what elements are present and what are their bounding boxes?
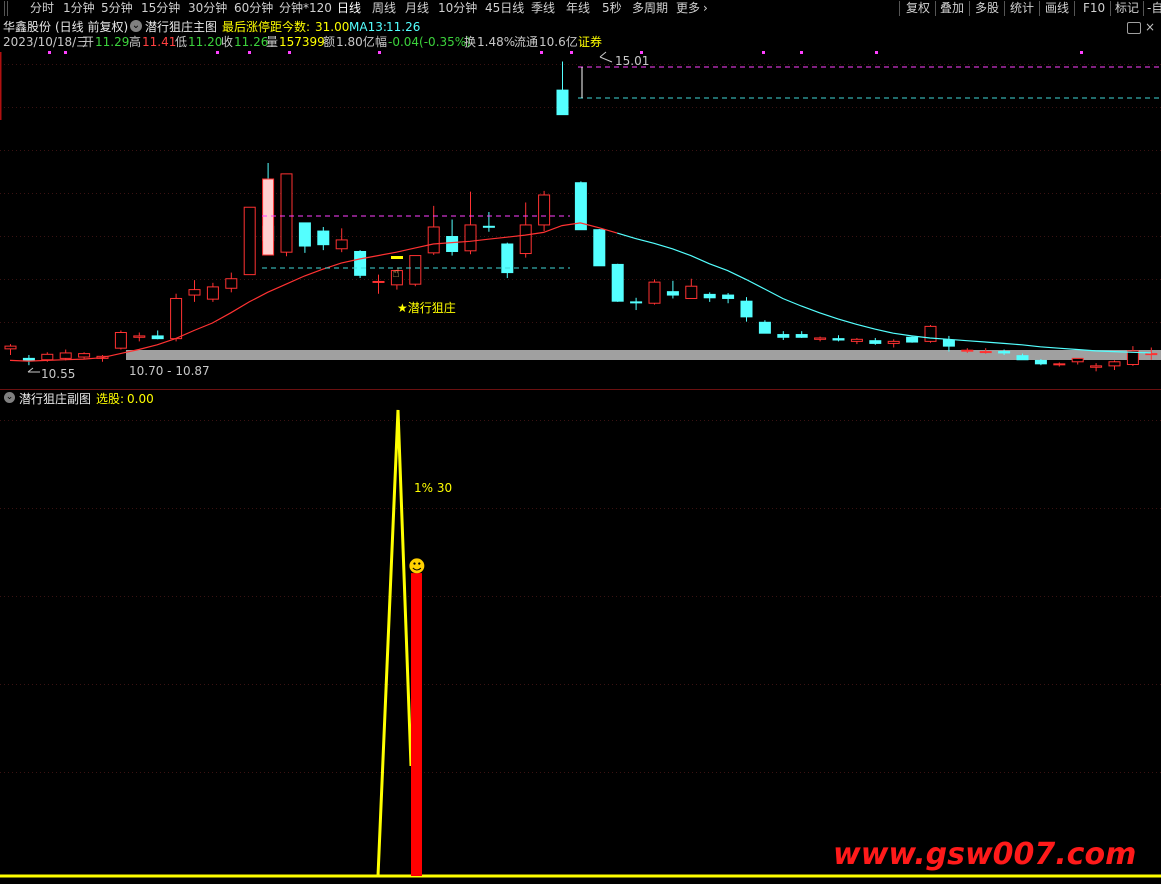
candle-body-down — [151, 335, 164, 340]
candle-body-up — [850, 338, 863, 342]
candle-body-down — [998, 351, 1011, 354]
sub-formula-name[interactable]: 潜行狙庄副图 — [19, 392, 91, 406]
band-range-label: 10.70 - 10.87 — [129, 364, 210, 378]
candle-body-up — [59, 352, 72, 359]
candle-body-up — [335, 239, 348, 250]
signal-dot — [216, 51, 219, 54]
candle-body-down — [869, 340, 882, 344]
candle-body-down — [740, 300, 753, 318]
candle-body-down — [22, 357, 35, 361]
candle-body-up — [1053, 363, 1066, 366]
signal-dot — [800, 51, 803, 54]
signal-dot — [875, 51, 878, 54]
candle-body-down — [758, 321, 771, 334]
candle-body-down — [722, 294, 735, 299]
candle-body-up — [519, 224, 532, 255]
candle-body-up — [1090, 365, 1103, 368]
chart-window: { "toolbar": { "items": ["分时","1分钟","5分钟… — [0, 0, 1161, 884]
candle-body-up — [685, 285, 698, 299]
candle-body-up — [114, 332, 127, 349]
candle-body-down — [906, 336, 919, 343]
chevron-down-icon[interactable]: ⌄ — [4, 392, 15, 403]
high-arrow-icon — [599, 51, 613, 63]
candle-body-down — [317, 230, 330, 246]
hand-pointer-icon: ☝ — [392, 266, 400, 281]
candle-body-down — [777, 334, 790, 338]
candle-body-up — [1145, 353, 1158, 356]
candle-body-up — [814, 337, 827, 340]
candle-body-up — [538, 194, 551, 226]
signal-dot — [762, 51, 765, 54]
candle-body-up — [78, 353, 91, 358]
candle-body-up — [464, 224, 477, 252]
candle-body-down — [703, 293, 716, 299]
candle-body-up — [648, 281, 661, 304]
candle-body-down — [482, 225, 495, 228]
signal-dot — [48, 51, 51, 54]
smiley-icon: ☻ — [408, 557, 426, 577]
signal-marker — [391, 256, 403, 259]
signal-dot — [378, 51, 381, 54]
candle-body-down — [942, 339, 955, 347]
candle-body-up — [979, 351, 992, 354]
candle-body-up — [243, 206, 256, 276]
select-label: 选股: — [96, 392, 125, 406]
candle-body-down — [795, 334, 808, 338]
candle-body-up — [409, 255, 422, 285]
signal-bar — [411, 573, 422, 876]
chart-canvas: ☝ — [0, 51, 1161, 878]
candle-body-up — [961, 349, 974, 352]
candle-body-down — [593, 229, 606, 267]
candle-body-up — [1108, 361, 1121, 367]
signal-dot — [64, 51, 67, 54]
candle-body-up — [188, 289, 201, 296]
candle-body-down — [446, 236, 459, 252]
high-marker-label: 15.01 — [615, 54, 650, 68]
select-value: 0.00 — [127, 392, 154, 406]
candle-body-up — [887, 340, 900, 344]
signal-dot — [570, 51, 573, 54]
candle-body-down — [630, 301, 643, 304]
signal-dot — [1080, 51, 1083, 54]
candle-body-up — [133, 335, 146, 338]
candle-body-down — [666, 291, 679, 296]
candle-body-up — [170, 297, 183, 340]
sub-panel-group — [0, 409, 1161, 878]
signal-dot — [540, 51, 543, 54]
watermark-text: www.gsw007.com — [833, 837, 1137, 872]
candle-body-down — [611, 263, 624, 302]
candle-body-down — [354, 250, 367, 276]
signal-label: ★潜行狙庄 — [397, 301, 456, 315]
candle-body-up — [206, 286, 219, 300]
candle-body-up — [427, 226, 440, 254]
low-arrow-icon — [27, 367, 40, 373]
peak-label: 1% 30 — [414, 481, 453, 495]
candle-body-up — [4, 345, 17, 350]
candle-body-up — [924, 325, 937, 342]
candle-body-down — [832, 338, 845, 341]
low-marker-label: 10.55 — [41, 367, 76, 381]
select-peak-line — [376, 409, 413, 877]
grid-lines — [0, 52, 1161, 773]
candle-body-up — [41, 353, 54, 361]
candle-body-up — [372, 280, 385, 283]
limit-up-candle — [262, 178, 275, 256]
signal-dot — [248, 51, 251, 54]
candle-body-up — [280, 173, 293, 253]
signal-dot — [288, 51, 291, 54]
candle-body-up — [1071, 357, 1084, 363]
candle-body-down — [1016, 355, 1029, 361]
candle-body-up — [225, 278, 238, 289]
candle-body-down — [298, 222, 311, 247]
candle-body-down — [556, 89, 569, 116]
candle-body-down — [1034, 359, 1047, 365]
